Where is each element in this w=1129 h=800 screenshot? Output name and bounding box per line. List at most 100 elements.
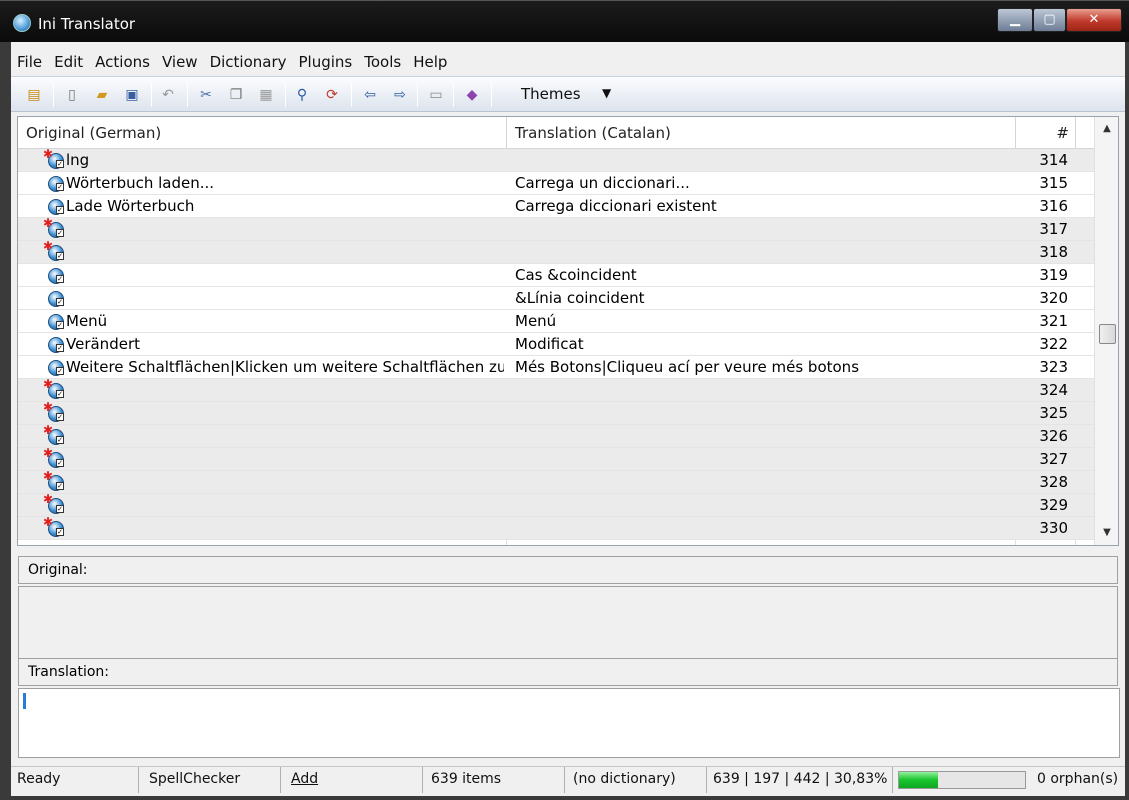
table-row[interactable]: ✓ Cas &coincident 319: [18, 264, 1094, 287]
cell-original: lng: [66, 151, 90, 169]
title-bar[interactable]: Ini Translator ▁ ▢ ✕: [0, 0, 1129, 42]
check-icon: ✓: [56, 390, 64, 398]
table-row[interactable]: ✱ ✓ 318: [18, 240, 1094, 264]
table-row[interactable]: ✱ ✓ 327: [18, 447, 1094, 471]
cell-number: 324: [1039, 381, 1068, 399]
themes-dropdown[interactable]: Themes: [521, 85, 581, 103]
cell-number: 325: [1039, 404, 1068, 422]
cell-number: 330: [1039, 519, 1068, 537]
status-stats: 639 | 197 | 442 | 30,83%: [707, 767, 893, 793]
new-file-icon[interactable]: ▯: [61, 85, 83, 105]
toolbar-separator: [53, 83, 54, 107]
cell-original: [66, 471, 504, 494]
cell-translation: [515, 517, 1015, 540]
open-folder-icon[interactable]: ▰: [91, 85, 113, 105]
column-header-original[interactable]: Original (German): [18, 117, 507, 149]
table-row[interactable]: ✓ Wörterbuch laden... Carrega un diccionar…: [18, 172, 1094, 195]
table-row[interactable]: ✓ &Línia coincident 320: [18, 287, 1094, 310]
chevron-down-icon[interactable]: ▼: [602, 86, 611, 100]
table-row[interactable]: ✱ ✓ 329: [18, 492, 1094, 517]
text-caret: [23, 693, 26, 709]
check-icon: ✓: [56, 160, 64, 168]
scroll-up-arrow-icon[interactable]: ▲: [1095, 117, 1118, 141]
next-arrow-icon[interactable]: ⇨: [389, 85, 411, 105]
table-row[interactable]: ✱ ✓ 324: [18, 378, 1094, 402]
cell-number: 326: [1039, 427, 1068, 445]
cut-icon[interactable]: ✂: [195, 85, 217, 105]
cell-original: [66, 448, 504, 471]
menu-actions[interactable]: Actions: [89, 53, 156, 71]
window-icon[interactable]: ▭: [425, 85, 447, 105]
maximize-button[interactable]: ▢: [1033, 8, 1066, 32]
column-header-translation[interactable]: Translation (Catalan): [507, 117, 1016, 149]
grid-rows: ✱ ✓ lng 314 ✓ Wörterbuch laden... Carrega un d…: [18, 148, 1094, 540]
minimize-button[interactable]: ▁: [997, 8, 1033, 32]
translation-input[interactable]: [18, 688, 1120, 758]
column-header-number[interactable]: #: [1016, 117, 1076, 149]
untranslated-entry-icon: ✱ ✓: [43, 424, 64, 445]
cell-translation: Cas &coincident: [515, 266, 637, 284]
menu-file[interactable]: File: [11, 53, 48, 71]
toolbar-separator: [187, 83, 188, 107]
cell-translation: &Línia coincident: [515, 289, 645, 307]
table-row[interactable]: ✱ ✓ 326: [18, 424, 1094, 448]
untranslated-entry-icon: ✱ ✓: [43, 447, 64, 468]
new-star-icon: ✱: [43, 400, 54, 414]
new-star-icon: ✱: [43, 515, 54, 529]
previous-arrow-icon[interactable]: ⇦: [359, 85, 381, 105]
table-row[interactable]: ✱ ✓ 317: [18, 217, 1094, 241]
cell-original: [66, 287, 504, 310]
progress-fill: [899, 772, 938, 788]
status-orphans: 0 orphan(s): [1037, 771, 1119, 787]
check-icon: ✓: [56, 252, 64, 260]
undo-icon[interactable]: ↶: [157, 85, 179, 105]
table-row[interactable]: ✱ ✓ 325: [18, 401, 1094, 425]
menu-plugins[interactable]: Plugins: [293, 53, 359, 71]
save-icon[interactable]: ▣: [121, 85, 143, 105]
table-row[interactable]: ✓ Menü Menú 321: [18, 310, 1094, 333]
untranslated-entry-icon: ✱ ✓: [43, 240, 64, 261]
open-project-icon[interactable]: ▤: [23, 85, 45, 105]
status-spellchecker[interactable]: SpellChecker: [139, 767, 281, 793]
globe-app-icon: [13, 14, 31, 32]
close-button[interactable]: ✕: [1066, 8, 1122, 32]
menu-tools[interactable]: Tools: [358, 53, 407, 71]
original-label: Original:: [18, 556, 1118, 584]
paste-icon[interactable]: ▦: [255, 85, 277, 105]
untranslated-entry-icon: ✱ ✓: [43, 401, 64, 422]
cell-original: [66, 379, 504, 402]
menu-help[interactable]: Help: [407, 53, 453, 71]
table-row[interactable]: ✓ Lade Wörterbuch Carrega diccionari exist…: [18, 195, 1094, 218]
check-icon: ✓: [56, 505, 64, 513]
cell-number: 329: [1039, 496, 1068, 514]
untranslated-entry-icon: ✱ ✓: [43, 378, 64, 399]
add-link[interactable]: Add: [291, 771, 318, 787]
check-icon: ✓: [56, 229, 64, 237]
menu-dictionary[interactable]: Dictionary: [204, 53, 293, 71]
table-row[interactable]: ✱ ✓ lng 314: [18, 148, 1094, 172]
status-add-button[interactable]: Add: [281, 767, 423, 793]
menu-view[interactable]: View: [156, 53, 204, 71]
cell-translation: [515, 494, 1015, 517]
new-star-icon: ✱: [43, 492, 54, 506]
table-row[interactable]: ✓ Weitere Schaltflächen|Klicken um weiter…: [18, 356, 1094, 379]
table-row[interactable]: ✱ ✓ 328: [18, 470, 1094, 494]
translated-entry-icon: ✓: [48, 337, 64, 353]
scrollbar-thumb[interactable]: [1099, 324, 1116, 344]
check-icon: ✓: [56, 482, 64, 490]
find-icon[interactable]: ⚲: [291, 85, 313, 105]
dictionary-book-icon[interactable]: ◆: [461, 85, 483, 105]
original-text-box[interactable]: [18, 586, 1118, 660]
table-row[interactable]: ✱ ✓ 330: [18, 515, 1094, 540]
toolbar-separator: [491, 83, 492, 107]
copy-icon[interactable]: ❐: [225, 85, 247, 105]
cell-original: Menü: [66, 312, 108, 330]
replace-icon[interactable]: ⟳: [321, 85, 343, 105]
check-icon: ✓: [56, 528, 64, 536]
translation-grid[interactable]: Original (German) Translation (Catalan) …: [17, 116, 1119, 546]
menu-edit[interactable]: Edit: [48, 53, 89, 71]
translation-label-text: Translation:: [28, 664, 109, 680]
vertical-scrollbar[interactable]: ▲ ▼: [1094, 117, 1118, 545]
table-row[interactable]: ✓ Verändert Modificat 322: [18, 333, 1094, 356]
scroll-down-arrow-icon[interactable]: ▼: [1095, 521, 1118, 545]
